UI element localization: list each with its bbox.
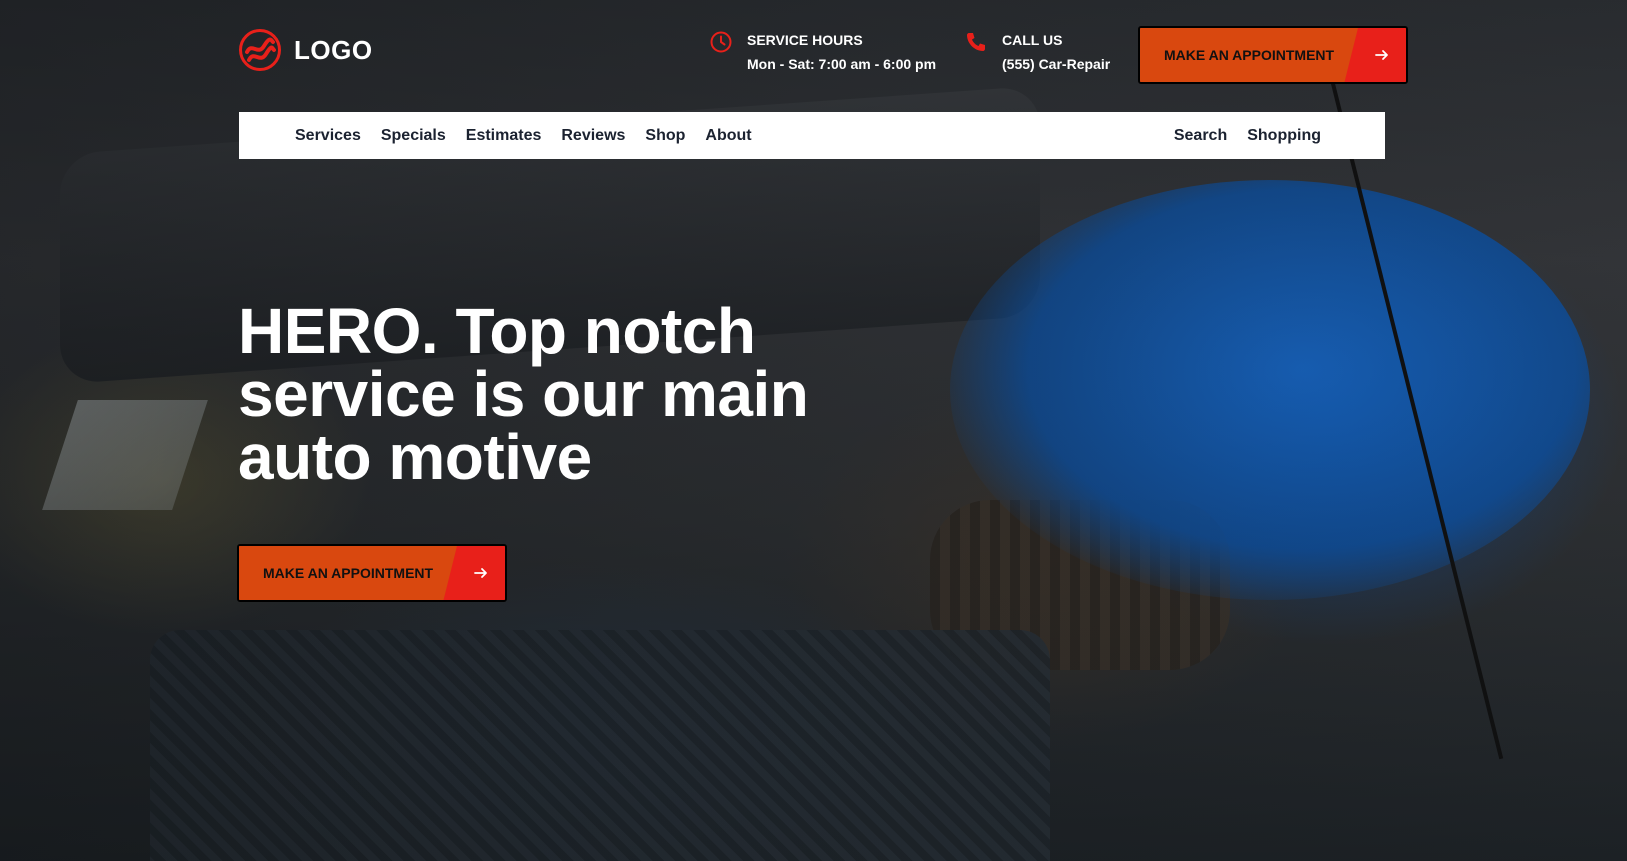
call-us-title: CALL US [1002, 32, 1063, 48]
logo-text: LOGO [294, 34, 373, 65]
nav-item-specials[interactable]: Specials [381, 127, 446, 145]
hero-appointment-button[interactable]: MAKE AN APPOINTMENT [237, 544, 508, 602]
nav-item-about[interactable]: About [705, 127, 751, 145]
nav-item-shop[interactable]: Shop [645, 127, 685, 145]
phone-icon [967, 33, 985, 51]
nav-item-reviews[interactable]: Reviews [561, 127, 625, 145]
call-us-info[interactable]: CALL US (555) Car-Repair [964, 30, 1110, 74]
arrow-right-icon [1344, 28, 1407, 82]
hero-headline: HERO. Top notch service is our main auto… [238, 299, 858, 489]
service-hours-info: SERVICE HOURS Mon - Sat: 7:00 am - 6:00 … [709, 30, 936, 74]
clock-icon [710, 31, 732, 53]
service-hours-value: Mon - Sat: 7:00 am - 6:00 pm [747, 56, 937, 72]
logo-mark-icon [239, 29, 281, 71]
header-appointment-button[interactable]: MAKE AN APPOINTMENT [1138, 26, 1409, 84]
nav-item-search[interactable]: Search [1174, 127, 1227, 145]
nav-item-estimates[interactable]: Estimates [466, 127, 542, 145]
arrow-right-icon [443, 546, 506, 600]
site-logo[interactable]: LOGO [238, 28, 373, 72]
nav-item-services[interactable]: Services [295, 127, 361, 145]
call-us-phone[interactable]: (555) Car-Repair [1002, 54, 1110, 74]
hero-section: LOGO SERVICE HOURS Mon - Sat: 7:00 am - … [0, 0, 1627, 861]
service-hours-title: SERVICE HOURS [747, 32, 863, 48]
hero-headline-line-2: service is our main [238, 358, 809, 430]
header-appointment-label: MAKE AN APPOINTMENT [1140, 28, 1359, 82]
nav-primary: Services Specials Estimates Reviews Shop… [295, 127, 752, 145]
nav-item-shopping[interactable]: Shopping [1247, 127, 1321, 145]
nav-secondary: Search Shopping [1174, 127, 1321, 145]
hero-headline-line-3: auto motive [238, 421, 592, 493]
hero-appointment-label: MAKE AN APPOINTMENT [239, 546, 458, 600]
main-nav: Services Specials Estimates Reviews Shop… [239, 112, 1385, 159]
hero-headline-line-1: HERO. Top notch [238, 295, 756, 367]
